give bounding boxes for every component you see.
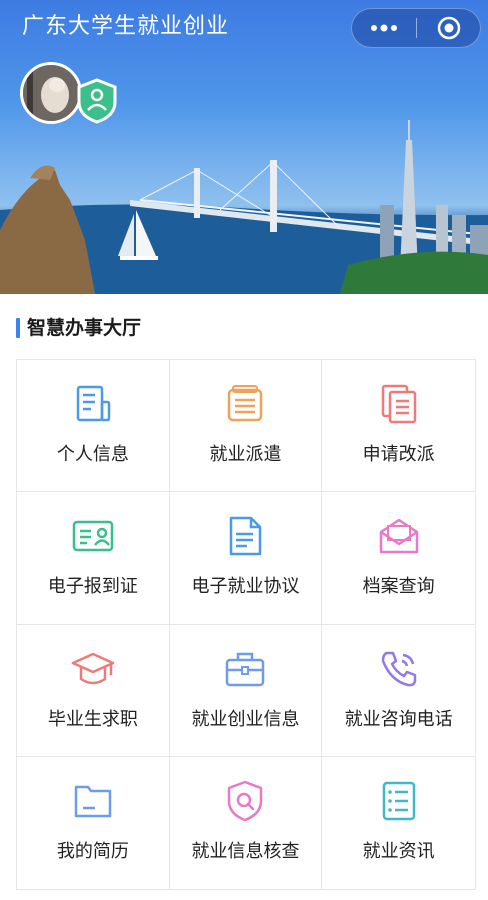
service-label: 申请改派 — [362, 444, 435, 465]
service-label: 就业信息核查 — [191, 840, 300, 862]
folder-icon — [74, 785, 112, 817]
e-agreement-icon — [230, 517, 262, 556]
banner: 广东大学生就业创业 — [0, 0, 488, 294]
section-accent-bar — [16, 318, 20, 338]
service-my-resume[interactable]: 我的简历 — [17, 756, 170, 889]
service-graduate-job[interactable]: 毕业生求职 — [17, 624, 170, 757]
news-list-icon — [382, 781, 415, 820]
personal-info-icon — [76, 385, 111, 422]
service-label: 就业资讯 — [362, 840, 435, 862]
archive-mail-icon — [379, 519, 418, 554]
close-mini-program-button[interactable] — [417, 9, 481, 47]
service-reassign[interactable]: 申请改派 — [322, 360, 475, 493]
dispatch-icon — [228, 385, 263, 422]
service-grid: 个人信息 就业派遣 申请改派 电子报到证 电子就业协议 档案查询 毕业生求职 就… — [16, 359, 476, 890]
service-label: 就业创业信息 — [191, 708, 300, 730]
more-options-button[interactable] — [352, 9, 416, 47]
service-label: 毕业生求职 — [47, 708, 138, 730]
service-info-verify[interactable]: 就业信息核查 — [170, 756, 323, 889]
service-employment-info[interactable]: 就业创业信息 — [169, 624, 323, 757]
service-label: 就业派遣 — [209, 444, 282, 465]
e-report-card-icon — [72, 521, 114, 552]
target-close-icon — [437, 16, 461, 40]
section-title: 智慧办事大厅 — [27, 317, 142, 339]
service-label: 档案查询 — [362, 576, 435, 598]
service-label: 我的简历 — [56, 840, 129, 862]
service-archive-query[interactable]: 档案查询 — [322, 492, 475, 625]
app-title: 广东大学生就业创业 — [22, 14, 230, 39]
service-e-agreement[interactable]: 电子就业协议 — [169, 492, 323, 625]
service-personal-info[interactable]: 个人信息 — [17, 360, 170, 493]
avatar-image — [23, 65, 79, 121]
service-e-report-card[interactable]: 电子报到证 — [17, 492, 170, 625]
service-label: 电子就业协议 — [191, 576, 300, 598]
service-consult-phone[interactable]: 就业咨询电话 — [322, 625, 475, 757]
service-label: 电子报到证 — [47, 576, 138, 598]
graduation-cap-icon — [71, 652, 115, 684]
user-avatar[interactable] — [20, 62, 82, 124]
verified-badge — [76, 78, 118, 128]
more-dots-icon — [371, 24, 397, 32]
shield-search-icon — [228, 780, 263, 821]
briefcase-icon — [226, 652, 265, 686]
mini-program-capsule — [351, 8, 481, 48]
phone-icon — [381, 651, 416, 686]
verified-person-shield-icon — [77, 78, 117, 124]
reassign-icon — [381, 384, 416, 424]
service-dispatch[interactable]: 就业派遣 — [169, 360, 323, 493]
service-label: 个人信息 — [56, 444, 129, 465]
service-employment-news[interactable]: 就业资讯 — [322, 757, 475, 889]
service-label: 就业咨询电话 — [344, 708, 453, 730]
